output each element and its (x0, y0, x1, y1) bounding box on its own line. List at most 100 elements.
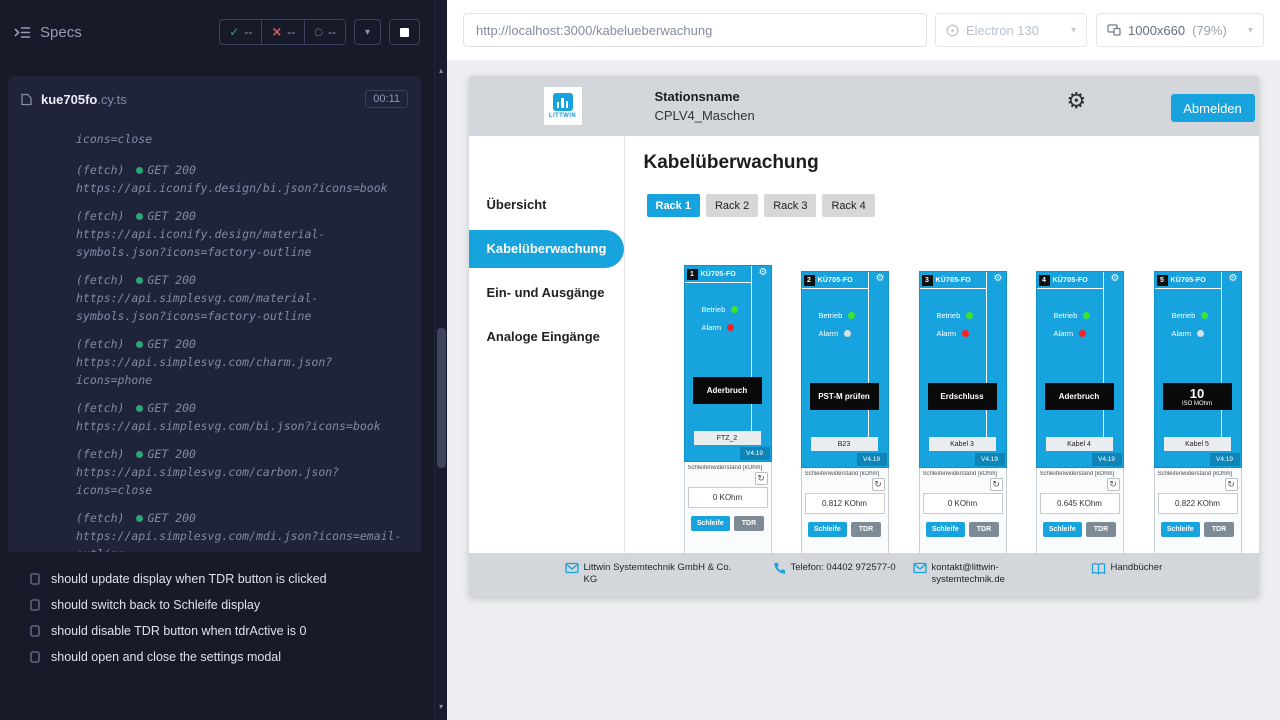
log-entry[interactable]: (fetch)GET 200 https://api.simplesvg.com… (76, 399, 407, 435)
reporter-scrollbar[interactable]: ▴ ▾ (434, 0, 447, 720)
test-item[interactable]: should disable TDR button when tdrActive… (0, 618, 434, 644)
log-entry[interactable]: (fetch)GET 200 https://api.iconify.desig… (76, 161, 407, 197)
reporter-header: Specs ✓-- ×-- ○-- ▾ (0, 0, 434, 64)
status-dot-icon (136, 451, 143, 458)
footer-company: Littwin Systemtechnik GmbH & Co. KG (565, 562, 742, 586)
specs-toggle[interactable]: Specs (14, 24, 82, 41)
log-entry[interactable]: (fetch)GET 200 https://api.simplesvg.com… (76, 335, 407, 389)
schleife-button[interactable]: Schleife (1161, 522, 1200, 537)
browser-select[interactable]: Electron 130 ▾ (935, 13, 1087, 47)
tab-rack-4[interactable]: Rack 4 (822, 194, 874, 217)
cable-name: B23 (811, 437, 878, 451)
email-address[interactable]: kontakt@littwin-systemtechnik.de (932, 562, 1016, 586)
x-icon: × (271, 25, 282, 40)
device-header: 4 KÜ705-FO (1037, 272, 1103, 289)
log-entry[interactable]: (fetch)GET 200 https://api.simplesvg.com… (76, 445, 407, 499)
firmware-version: V4.19 (1210, 453, 1240, 466)
refresh-icon[interactable]: ↻ (755, 472, 768, 485)
refresh-icon[interactable]: ↻ (872, 478, 885, 491)
scroll-up-icon[interactable]: ▴ (435, 66, 447, 75)
log-url-continuation[interactable]: icons=close (76, 130, 407, 148)
tab-rack-1[interactable]: Rack 1 (647, 194, 700, 217)
spec-file-row[interactable]: kue705fo.cy.ts 00:11 (8, 76, 421, 122)
status-dot-icon (136, 515, 143, 522)
test-icon (30, 625, 40, 637)
firmware-version: V4.19 (1092, 453, 1122, 466)
logout-button[interactable]: Abmelden (1171, 94, 1255, 122)
status-dot-icon (136, 167, 143, 174)
log-status: GET 200 (147, 209, 195, 223)
rack-tabs: Rack 1 Rack 2 Rack 3 Rack 4 (647, 194, 875, 217)
refresh-icon[interactable]: ↻ (1225, 478, 1238, 491)
log-url: https://api.iconify.design/bi.json?icons… (76, 179, 407, 197)
specs-list-icon (14, 26, 31, 39)
specs-label: Specs (40, 24, 82, 41)
stop-button[interactable] (389, 19, 420, 45)
scrollbar-thumb[interactable] (437, 328, 446, 468)
scroll-down-icon[interactable]: ▾ (435, 702, 447, 711)
device-model-label: KÜ705-FO (936, 277, 971, 284)
device-header: 1 KÜ705-FO (685, 266, 751, 283)
tab-rack-3[interactable]: Rack 3 (764, 194, 816, 217)
sidebar-item-kabelueberwachung[interactable]: Kabelüberwachung (469, 230, 624, 268)
measurement-panel: Schleifenwiderstand [kOhm] ↻ 0.822 KOhm … (1154, 468, 1242, 560)
alarm-row: Alarm (920, 329, 1006, 338)
schleife-button[interactable]: Schleife (808, 522, 847, 537)
alarm-row: Alarm (802, 329, 888, 338)
tdr-button[interactable]: TDR (1204, 522, 1234, 537)
viewport-select[interactable]: 1000x660 (79%) ▾ (1096, 13, 1264, 47)
failed-count: -- (287, 25, 295, 39)
device-cards: 1 KÜ705-FO ⚙ Betrieb Alarm Aderbruch FTZ… (625, 265, 1259, 575)
measurement-panel: Schleifenwiderstand [kOhm] ↻ 0 KOhm Schl… (684, 462, 772, 554)
log-entry[interactable]: (fetch)GET 200 https://api.iconify.desig… (76, 207, 407, 261)
tdr-button[interactable]: TDR (969, 522, 999, 537)
test-item[interactable]: should update display when TDR button is… (0, 566, 434, 592)
device-settings-icon[interactable]: ⚙ (759, 268, 768, 278)
betrieb-label: Betrieb (1054, 311, 1078, 320)
schleife-button[interactable]: Schleife (691, 516, 730, 531)
schleife-button[interactable]: Schleife (1043, 522, 1082, 537)
manuals-link[interactable]: Handbücher (1111, 562, 1163, 575)
device-model-label: KÜ705-FO (818, 277, 853, 284)
device-settings-icon[interactable]: ⚙ (1229, 274, 1238, 284)
url-input[interactable] (463, 13, 927, 47)
tdr-button[interactable]: TDR (851, 522, 881, 537)
device-settings-icon[interactable]: ⚙ (1111, 274, 1120, 284)
test-item[interactable]: should switch back to Schleife display (0, 592, 434, 618)
test-stats: ✓-- ×-- ○-- (219, 19, 346, 45)
device-number-badge: 3 (922, 275, 933, 286)
app-sidebar: Übersicht Kabelüberwachung Ein- und Ausg… (469, 136, 625, 553)
tdr-button[interactable]: TDR (1086, 522, 1116, 537)
spec-extension: .cy.ts (97, 92, 126, 107)
test-title: should open and close the settings modal (51, 650, 281, 664)
refresh-icon[interactable]: ↻ (990, 478, 1003, 491)
device-number-badge: 1 (687, 269, 698, 280)
betrieb-label: Betrieb (819, 311, 843, 320)
log-entry[interactable]: (fetch)GET 200 https://api.simplesvg.com… (76, 509, 407, 552)
test-list: should update display when TDR button is… (0, 566, 434, 670)
tab-rack-2[interactable]: Rack 2 (706, 194, 758, 217)
device-settings-icon[interactable]: ⚙ (876, 274, 885, 284)
browser-pane: Electron 130 ▾ 1000x660 (79%) ▾ LITTWIN (447, 0, 1280, 720)
device-status-display: Erdschluss (928, 383, 997, 410)
sidebar-item-ein-und-ausgaenge[interactable]: Ein- und Ausgänge (469, 282, 624, 304)
schleife-button[interactable]: Schleife (926, 522, 965, 537)
tdr-button[interactable]: TDR (734, 516, 764, 531)
refresh-icon[interactable]: ↻ (1107, 478, 1120, 491)
command-log: icons=close (fetch)GET 200 https://api.i… (8, 122, 421, 552)
status-dot-icon (136, 341, 143, 348)
status-text: Aderbruch (707, 386, 747, 395)
betrieb-row: Betrieb (1155, 311, 1241, 320)
log-entry[interactable]: (fetch)GET 200 https://api.simplesvg.com… (76, 271, 407, 325)
cable-name: Kabel 4 (1046, 437, 1113, 451)
device-settings-icon[interactable]: ⚙ (994, 274, 1003, 284)
device-panel: 3 KÜ705-FO ⚙ Betrieb Alarm Erdschluss Ka… (919, 271, 1007, 468)
app-header: LITTWIN Stationsname CPLV4_Maschen ⚙ Abm… (469, 76, 1259, 136)
collapse-button[interactable]: ▾ (354, 19, 381, 45)
sidebar-item-uebersicht[interactable]: Übersicht (469, 194, 624, 216)
sidebar-item-analoge-eingaenge[interactable]: Analoge Eingänge (469, 326, 624, 348)
test-item[interactable]: should open and close the settings modal (0, 644, 434, 670)
settings-gear-icon[interactable]: ⚙ (1067, 91, 1087, 113)
station-label: Stationsname (655, 89, 755, 104)
phone-number[interactable]: Telefon: 04402 972577-0 (791, 562, 897, 575)
